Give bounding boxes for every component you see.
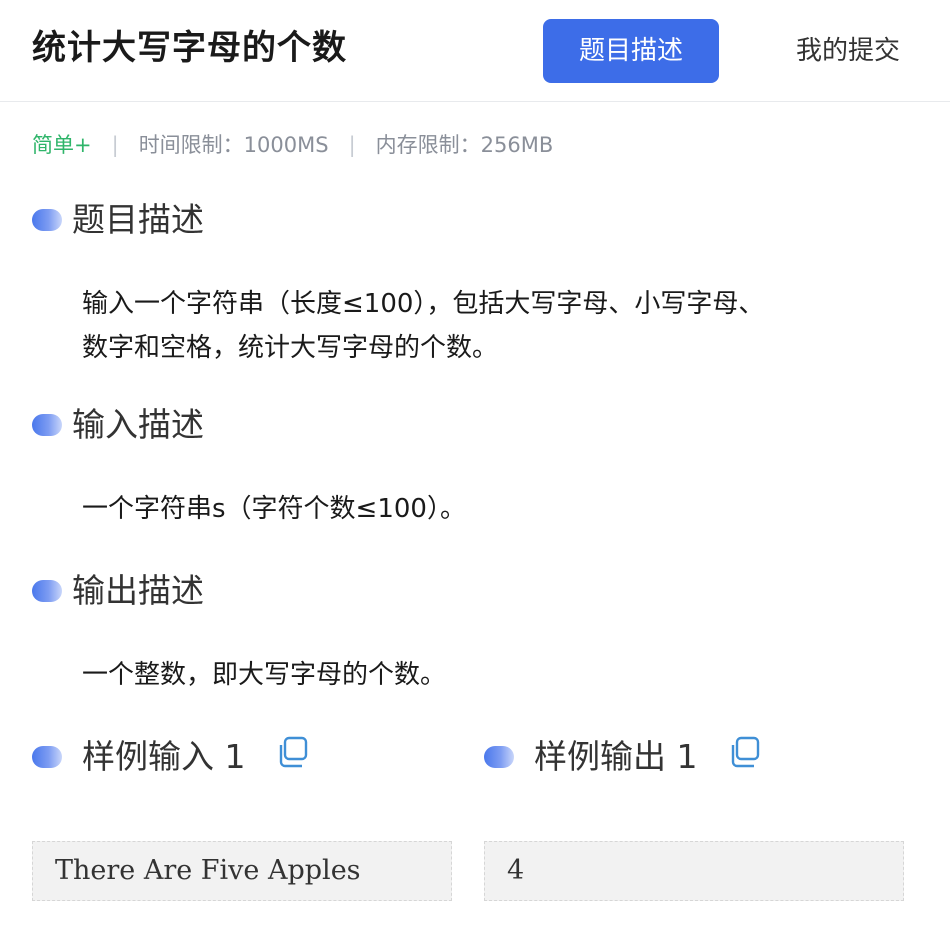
section-title: 输出描述 [72,571,204,610]
copy-icon[interactable] [276,735,310,769]
sample-input-header: 样例输入 1 [32,735,310,779]
section-header-output: 输出描述 [32,569,204,613]
time-limit: 时间限制：1000MS [138,133,329,157]
header: 统计大写字母的个数 题目描述 我的提交 [0,0,950,102]
sample-output-box: 4 [484,841,904,901]
section-bullet-icon [32,209,62,231]
description-line: 数字和空格，统计大写字母的个数。 [82,333,499,363]
page-title: 统计大写字母的个数 [32,28,347,68]
memory-limit: 内存限制：256MB [375,133,554,157]
tab-problem-description[interactable]: 题目描述 [543,19,719,83]
copy-icon[interactable] [728,735,762,769]
description-line: 输入一个字符串（长度≤100），包括大写字母、小写字母、 [82,289,765,319]
output-description-line: 一个整数，即大写字母的个数。 [82,660,447,690]
section-title: 题目描述 [72,200,204,239]
meta-separator: | [348,133,356,157]
tab-my-submissions[interactable]: 我的提交 [760,19,936,83]
section-header-description: 题目描述 [32,198,204,242]
output-description-body: 一个整数，即大写字母的个数。 [82,653,882,697]
difficulty-badge: 简单+ [32,133,92,157]
meta-separator: | [111,133,119,157]
description-body: 输入一个字符串（长度≤100），包括大写字母、小写字母、 数字和空格，统计大写字… [82,282,882,370]
section-header-input: 输入描述 [32,403,204,447]
section-bullet-icon [32,580,62,602]
input-description-line: 一个字符串s（字符个数≤100）。 [82,494,466,524]
problem-meta: 简单+ | 时间限制：1000MS | 内存限制：256MB [32,130,553,160]
sample-input-box: There Are Five Apples [32,841,452,901]
section-bullet-icon [484,746,514,768]
sample-output-title: 样例输出 1 [534,737,698,776]
sample-input-title: 样例输入 1 [82,737,246,776]
section-bullet-icon [32,746,62,768]
section-bullet-icon [32,414,62,436]
sample-output-header: 样例输出 1 [484,735,762,779]
section-title: 输入描述 [72,405,204,444]
input-description-body: 一个字符串s（字符个数≤100）。 [82,487,882,531]
